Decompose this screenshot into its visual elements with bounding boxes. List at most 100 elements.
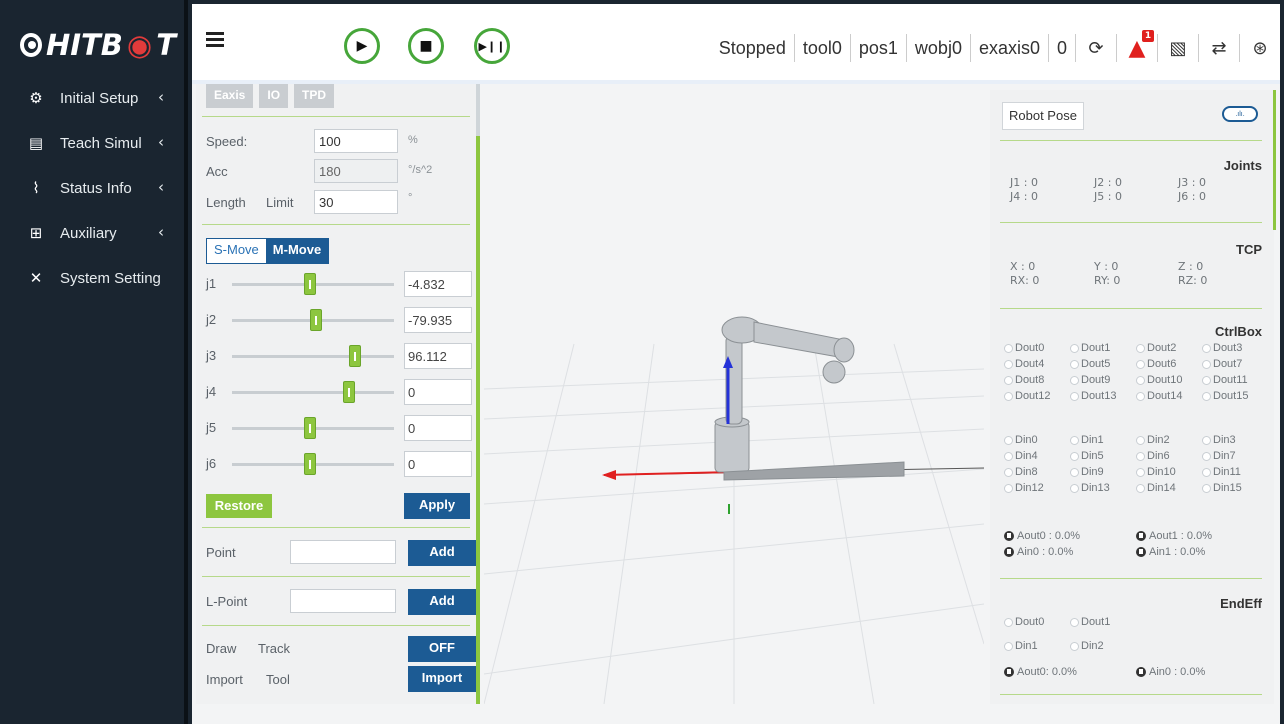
- speed-input[interactable]: [314, 129, 398, 153]
- apply-button[interactable]: Apply: [404, 493, 470, 519]
- robot-forearm: [753, 321, 845, 359]
- joint-slider-handle[interactable]: [304, 417, 316, 439]
- joint-value-input[interactable]: [404, 307, 472, 333]
- sidebar-item-system-setting[interactable]: ✕ System Setting: [26, 264, 178, 292]
- ctrlbox-dout[interactable]: Dout11: [1202, 374, 1248, 386]
- stop-button[interactable]: ■: [408, 28, 444, 64]
- joint-slider-handle[interactable]: [343, 381, 355, 403]
- ctrlbox-dout[interactable]: Dout10: [1136, 374, 1182, 386]
- track-toggle-button[interactable]: OFF: [408, 636, 476, 662]
- tool-selector[interactable]: tool0: [803, 38, 842, 59]
- move-mode-toggle: S-Move M-Move: [206, 238, 330, 264]
- endeff-dout[interactable]: Dout0: [1004, 616, 1044, 628]
- ctrlbox-din[interactable]: Din12: [1004, 482, 1044, 494]
- tab-tpd[interactable]: TPD: [294, 84, 335, 108]
- joint-slider-handle[interactable]: [349, 345, 361, 367]
- io-label: Din10: [1147, 466, 1176, 478]
- ctrlbox-dout[interactable]: Dout0: [1004, 342, 1044, 354]
- joint-value-input[interactable]: [404, 271, 472, 297]
- endeff-dout[interactable]: Dout1: [1070, 616, 1110, 628]
- endeff-din[interactable]: Din1: [1004, 640, 1038, 652]
- ctrlbox-din[interactable]: Din11: [1202, 466, 1241, 478]
- import-tool-button[interactable]: Import: [408, 666, 476, 692]
- divider: [202, 625, 470, 626]
- radio-icon: [1004, 375, 1013, 385]
- ctrlbox-din[interactable]: Din8: [1004, 466, 1038, 478]
- ctrlbox-din[interactable]: Din14: [1136, 482, 1176, 494]
- tab-io[interactable]: IO: [259, 84, 289, 108]
- tools-icon: ✕: [29, 269, 43, 287]
- analog-icon: [1004, 667, 1014, 677]
- teach-pendant-icon[interactable]: ⇄: [1207, 36, 1231, 60]
- ctrlbox-dout[interactable]: Dout5: [1070, 358, 1110, 370]
- ctrlbox-dout[interactable]: Dout4: [1004, 358, 1044, 370]
- ctrlbox-dout[interactable]: Dout12: [1004, 390, 1050, 402]
- sidebar-item-teach-simul[interactable]: ▤ Teach Simul ‹: [26, 129, 178, 157]
- point-add-button[interactable]: Add: [408, 540, 476, 566]
- joint-value-input[interactable]: [404, 379, 472, 405]
- ctrlbox-din[interactable]: Din15: [1202, 482, 1242, 494]
- alarm-warning-icon[interactable]: ▲ 1: [1125, 30, 1154, 61]
- ctrlbox-dout[interactable]: Dout9: [1070, 374, 1110, 386]
- step-button[interactable]: ▶❙❙: [474, 28, 510, 64]
- pos-selector[interactable]: pos1: [859, 38, 898, 59]
- ctrlbox-dout[interactable]: Dout1: [1070, 342, 1110, 354]
- joint-slider-track[interactable]: [232, 355, 394, 358]
- joint-slider-track[interactable]: [232, 391, 394, 394]
- sidebar-item-initial-setup[interactable]: ⚙ Initial Setup ‹: [26, 84, 178, 112]
- acc-input: [314, 159, 398, 183]
- endeff-din[interactable]: Din2: [1070, 640, 1104, 652]
- joint-value-input[interactable]: [404, 415, 472, 441]
- ctrlbox-dout[interactable]: Dout7: [1202, 358, 1242, 370]
- length-limit-input[interactable]: [314, 190, 398, 214]
- robot-3d-viewport[interactable]: [484, 84, 984, 704]
- ctrlbox-dout[interactable]: Dout13: [1070, 390, 1116, 402]
- ctrlbox-din[interactable]: Din6: [1136, 450, 1170, 462]
- joint-value-input[interactable]: [404, 451, 472, 477]
- ctrlbox-dout[interactable]: Dout2: [1136, 342, 1176, 354]
- restore-button[interactable]: Restore: [206, 494, 272, 518]
- ctrlbox-dout[interactable]: Dout14: [1136, 390, 1182, 402]
- emergency-stop-icon[interactable]: ▧: [1166, 36, 1190, 60]
- ctrlbox-din[interactable]: Din10: [1136, 466, 1176, 478]
- wobj-selector[interactable]: wobj0: [915, 38, 962, 59]
- ctrlbox-din[interactable]: Din2: [1136, 434, 1170, 446]
- ctrlbox-dout[interactable]: Dout3: [1202, 342, 1242, 354]
- hamburger-menu-button[interactable]: [206, 32, 224, 48]
- ctrlbox-din[interactable]: Din3: [1202, 434, 1236, 446]
- exaxis-selector[interactable]: exaxis0: [979, 38, 1040, 59]
- ctrlbox-din[interactable]: Din13: [1070, 482, 1110, 494]
- refresh-icon[interactable]: ⟳: [1084, 36, 1108, 60]
- ctrlbox-din[interactable]: Din0: [1004, 434, 1038, 446]
- m-move-button[interactable]: M-Move: [265, 239, 329, 263]
- joint-value-input[interactable]: [404, 343, 472, 369]
- ctrlbox-din[interactable]: Din1: [1070, 434, 1104, 446]
- ctrlbox-dout[interactable]: Dout8: [1004, 374, 1044, 386]
- joints-title: Joints: [1223, 158, 1262, 173]
- robot-pose-button[interactable]: Robot Pose: [1002, 102, 1084, 130]
- sidebar-item-auxiliary[interactable]: ⊞ Auxiliary ‹: [26, 219, 178, 247]
- point-input[interactable]: [290, 540, 396, 564]
- user-account-icon[interactable]: ⊛: [1248, 36, 1272, 60]
- view-toggle-switch[interactable]: .ılı.: [1222, 106, 1258, 122]
- ctrlbox-din[interactable]: Din5: [1070, 450, 1104, 462]
- import-label: Import: [206, 672, 243, 687]
- ctrlbox-din[interactable]: Din7: [1202, 450, 1236, 462]
- l-point-input[interactable]: [290, 589, 396, 613]
- joint-slider-row: j3: [206, 343, 472, 369]
- joint-slider-handle[interactable]: [304, 453, 316, 475]
- sidebar-item-status-info[interactable]: ⌇ Status Info ‹: [26, 174, 178, 202]
- ctrlbox-dout[interactable]: Dout6: [1136, 358, 1176, 370]
- l-point-add-button[interactable]: Add: [408, 589, 476, 615]
- ctrlbox-din[interactable]: Din9: [1070, 466, 1104, 478]
- ctrlbox-din[interactable]: Din4: [1004, 450, 1038, 462]
- s-move-button[interactable]: S-Move: [207, 239, 266, 263]
- panel-scrollbar[interactable]: [1273, 90, 1276, 230]
- panel-scrollbar[interactable]: [476, 136, 480, 704]
- play-button[interactable]: ▶: [344, 28, 380, 64]
- joint-slider-handle[interactable]: [310, 309, 322, 331]
- length-label: Length: [206, 195, 246, 210]
- tab-eaxis[interactable]: Eaxis: [206, 84, 254, 108]
- joint-slider-handle[interactable]: [304, 273, 316, 295]
- ctrlbox-dout[interactable]: Dout15: [1202, 390, 1248, 402]
